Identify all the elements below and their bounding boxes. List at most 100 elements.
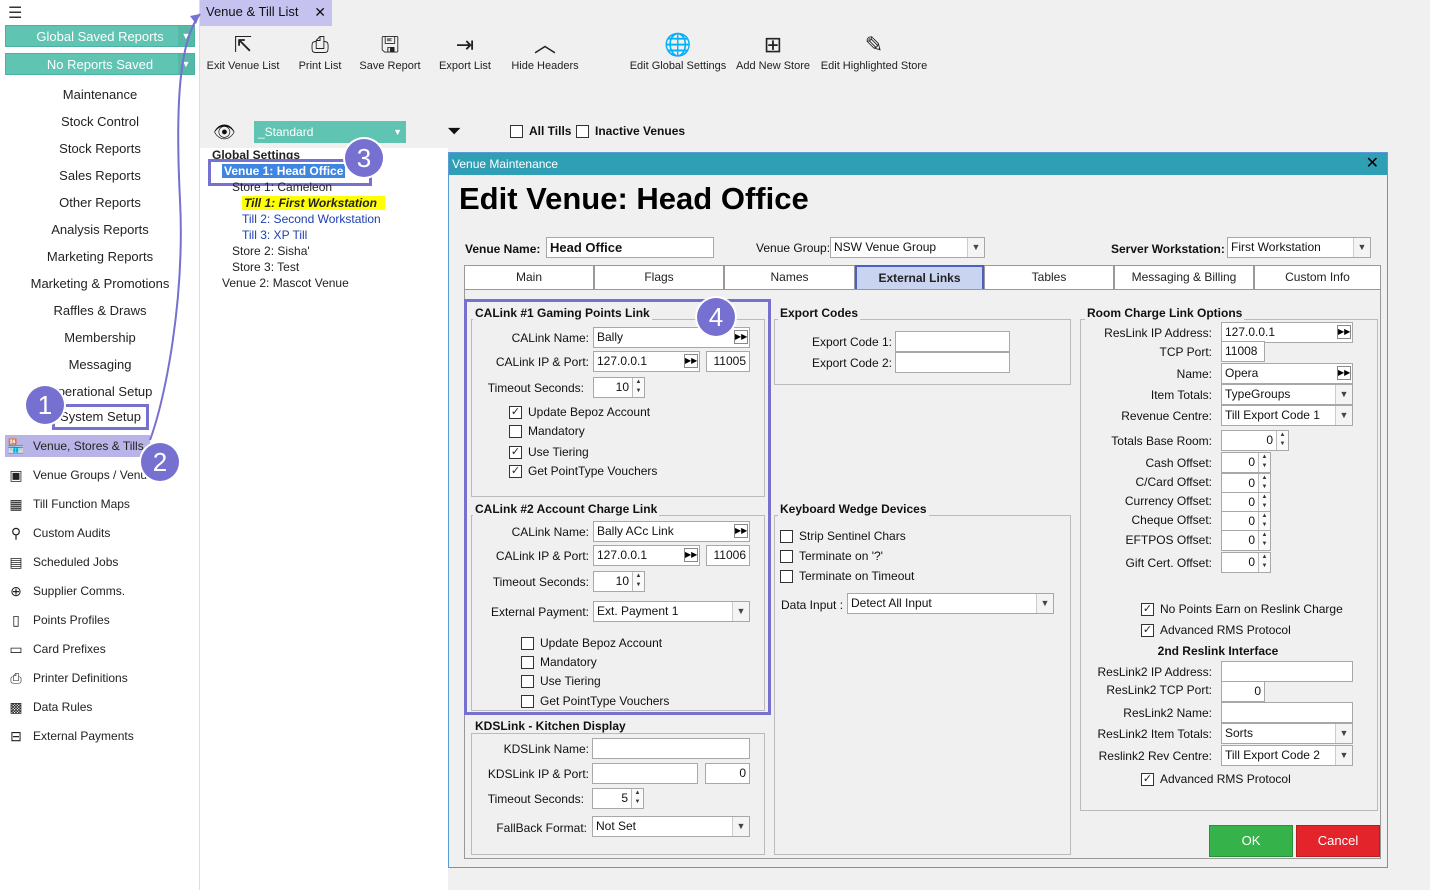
till-function-maps-item[interactable]: ▦ Till Function Maps <box>5 493 130 515</box>
revenue-centre-select[interactable]: Till Export Code 1 ▼ <box>1221 405 1353 426</box>
spin-arrows-icon[interactable]: ▲ ▼ <box>1258 512 1270 531</box>
cash-offset-stepper[interactable]: 0 ▲ ▼ <box>1221 452 1271 473</box>
tab-names[interactable]: Names <box>724 265 855 289</box>
spin-arrows-icon[interactable]: ▲ ▼ <box>1276 431 1288 450</box>
edit-highlighted-store-button[interactable]: ✎ Edit Highlighted Store <box>816 30 932 72</box>
data-rules-item[interactable]: ▩ Data Rules <box>5 696 92 718</box>
spin-arrows-icon[interactable]: ▲ ▼ <box>1258 453 1270 472</box>
close-icon[interactable]: ✕ <box>314 0 326 24</box>
export-list-button[interactable]: ⇥ Export List <box>436 30 494 72</box>
reslink-name-field[interactable]: Opera ▶▶ <box>1221 363 1353 384</box>
item-label: Printer Definitions <box>33 671 128 685</box>
venue-till-list-tab[interactable]: Venue & Till List ✕ <box>200 0 332 26</box>
spin-arrows-icon[interactable]: ▲ ▼ <box>1258 474 1270 493</box>
reslink2-rev-centre-select[interactable]: Till Export Code 2 ▼ <box>1221 745 1353 766</box>
terminate-question-checkbox[interactable]: Terminate on '?' <box>780 549 883 563</box>
venue-maintenance-dialog: Venue Maintenance ✕ Edit Venue: Head Offi… <box>448 152 1388 868</box>
close-icon[interactable]: ✕ <box>1366 153 1379 175</box>
hide-headers-button[interactable]: ︿ Hide Headers <box>507 30 583 72</box>
tree-till-1[interactable]: Till 1: First Workstation <box>242 196 385 210</box>
select-value: Detect All Input <box>851 596 932 610</box>
item-totals-select[interactable]: TypeGroups ▼ <box>1221 384 1353 405</box>
data-input-select[interactable]: Detect All Input ▼ <box>847 593 1054 614</box>
upload-icon: ⊕ <box>10 582 22 599</box>
fast-forward-icon[interactable]: ▶▶ <box>1337 366 1351 380</box>
tcp-port-field[interactable]: 11008 <box>1221 341 1265 362</box>
eftpos-offset-stepper[interactable]: 0 ▲ ▼ <box>1221 530 1271 551</box>
scheduled-jobs-item[interactable]: ▤ Scheduled Jobs <box>5 551 118 573</box>
tab-messaging-billing[interactable]: Messaging & Billing <box>1114 265 1254 289</box>
checkbox-label: Advanced RMS Protocol <box>1160 623 1291 637</box>
currency-offset-stepper[interactable]: 0 ▲ ▼ <box>1221 492 1271 513</box>
reslink-ip-field[interactable]: 127.0.0.1 ▶▶ <box>1221 322 1353 343</box>
tree-store-3[interactable]: Store 3: Test <box>232 260 299 274</box>
reslink2-name-field[interactable] <box>1221 702 1353 723</box>
advanced-rms2-checkbox[interactable]: ✓ Advanced RMS Protocol <box>1141 772 1291 786</box>
save-report-button[interactable]: 🖫 Save Report <box>357 30 423 72</box>
points-profiles-item[interactable]: ▯ Points Profiles <box>5 609 110 631</box>
gift-cert-offset-stepper[interactable]: 0 ▲ ▼ <box>1221 552 1271 573</box>
strip-sentinel-checkbox[interactable]: Strip Sentinel Chars <box>780 529 906 543</box>
terminate-timeout-checkbox[interactable]: Terminate on Timeout <box>780 569 914 583</box>
kds-ip-field[interactable] <box>592 763 698 784</box>
custom-audits-item[interactable]: ⚲ Custom Audits <box>5 522 111 544</box>
print-list-button[interactable]: ⎙ Print List <box>294 30 346 72</box>
tab-main[interactable]: Main <box>464 265 594 289</box>
cancel-button[interactable]: Cancel <box>1296 825 1380 857</box>
view-eye-icon[interactable]: 👁 <box>213 122 236 143</box>
tree-venue-2[interactable]: Venue 2: Mascot Venue <box>222 276 349 290</box>
tree-store-2[interactable]: Store 2: Sisha' <box>232 244 310 258</box>
tab-custom-info[interactable]: Custom Info <box>1254 265 1381 289</box>
spin-arrows-icon[interactable]: ▲ ▼ <box>1258 493 1270 512</box>
tree-till-2[interactable]: Till 2: Second Workstation <box>242 212 381 226</box>
reslink2-ip-field[interactable] <box>1221 661 1353 682</box>
export-code2-field[interactable] <box>895 352 1010 373</box>
no-points-reslink-checkbox[interactable]: ✓ No Points Earn on Reslink Charge <box>1141 602 1343 616</box>
base-room-stepper[interactable]: 0 ▲ ▼ <box>1221 430 1289 451</box>
inactive-venues-checkbox[interactable]: Inactive Venues <box>576 124 685 138</box>
all-tills-checkbox[interactable]: All Tills <box>510 124 571 138</box>
venue-groups-item[interactable]: ▣ Venue Groups / Venues <box>5 464 159 486</box>
server-workstation-select[interactable]: First Workstation ▼ <box>1227 237 1371 258</box>
advanced-rms-checkbox[interactable]: ✓ Advanced RMS Protocol <box>1141 623 1291 637</box>
ccard-offset-stepper[interactable]: 0 ▲ ▼ <box>1221 473 1271 494</box>
card-prefixes-item[interactable]: ▭ Card Prefixes <box>5 638 105 660</box>
kds-timeout-stepper[interactable]: 5 ▲ ▼ <box>592 788 644 809</box>
venue-group-select[interactable]: NSW Venue Group ▼ <box>830 237 985 258</box>
tab-external-links[interactable]: External Links <box>855 265 984 289</box>
kds-name-field[interactable] <box>592 738 750 759</box>
export-code1-field[interactable] <box>895 331 1010 352</box>
tab-flags[interactable]: Flags <box>594 265 724 289</box>
view-dropdown[interactable]: _Standard ▼ <box>254 121 406 143</box>
venue-name-field[interactable]: Head Office <box>546 237 714 258</box>
tree-store-1[interactable]: Store 1: Cameleon <box>232 180 332 194</box>
stepper-value: 0 <box>1248 455 1255 469</box>
spin-arrows-icon[interactable]: ▲ ▼ <box>1258 531 1270 550</box>
checkbox-label: Terminate on '?' <box>799 549 883 563</box>
external-payments-item[interactable]: ⊟ External Payments <box>5 725 134 747</box>
cheque-offset-stepper[interactable]: 0 ▲ ▼ <box>1221 511 1271 532</box>
fast-forward-icon[interactable]: ▶▶ <box>1337 325 1351 339</box>
checkbox-label: No Points Earn on Reslink Charge <box>1160 602 1343 616</box>
checkbox-label: All Tills <box>529 124 572 138</box>
step-bubble-4: 4 <box>697 298 735 336</box>
button-label: Print List <box>298 60 342 72</box>
ok-button[interactable]: OK <box>1209 825 1293 857</box>
card-icon: ▭ <box>9 640 23 657</box>
tree-till-3[interactable]: Till 3: XP Till <box>242 228 307 242</box>
exit-venue-list-button[interactable]: ⇱ Exit Venue List <box>205 30 281 72</box>
printer-definitions-item[interactable]: ⎙ Printer Definitions <box>5 667 128 689</box>
tab-tables[interactable]: Tables <box>984 265 1114 289</box>
edit-global-settings-button[interactable]: 🌐 Edit Global Settings <box>626 30 730 72</box>
kds-port-field[interactable]: 0 <box>705 763 750 784</box>
field-value: 127.0.0.1 <box>1225 325 1276 339</box>
reslink2-tcp-field[interactable]: 0 <box>1221 681 1265 702</box>
add-new-store-button[interactable]: ⊞ Add New Store <box>733 30 813 72</box>
spin-arrows-icon[interactable]: ▲ ▼ <box>1258 553 1270 572</box>
supplier-comms-item[interactable]: ⊕ Supplier Comms. <box>5 580 125 602</box>
item-label: External Payments <box>33 729 134 743</box>
kds-fallback-select[interactable]: Not Set ▼ <box>592 816 750 837</box>
reslink2-item-totals-select[interactable]: Sorts ▼ <box>1221 723 1353 744</box>
filter-icon[interactable]: ⏷ <box>447 121 461 142</box>
spin-arrows-icon[interactable]: ▲ ▼ <box>631 789 643 808</box>
